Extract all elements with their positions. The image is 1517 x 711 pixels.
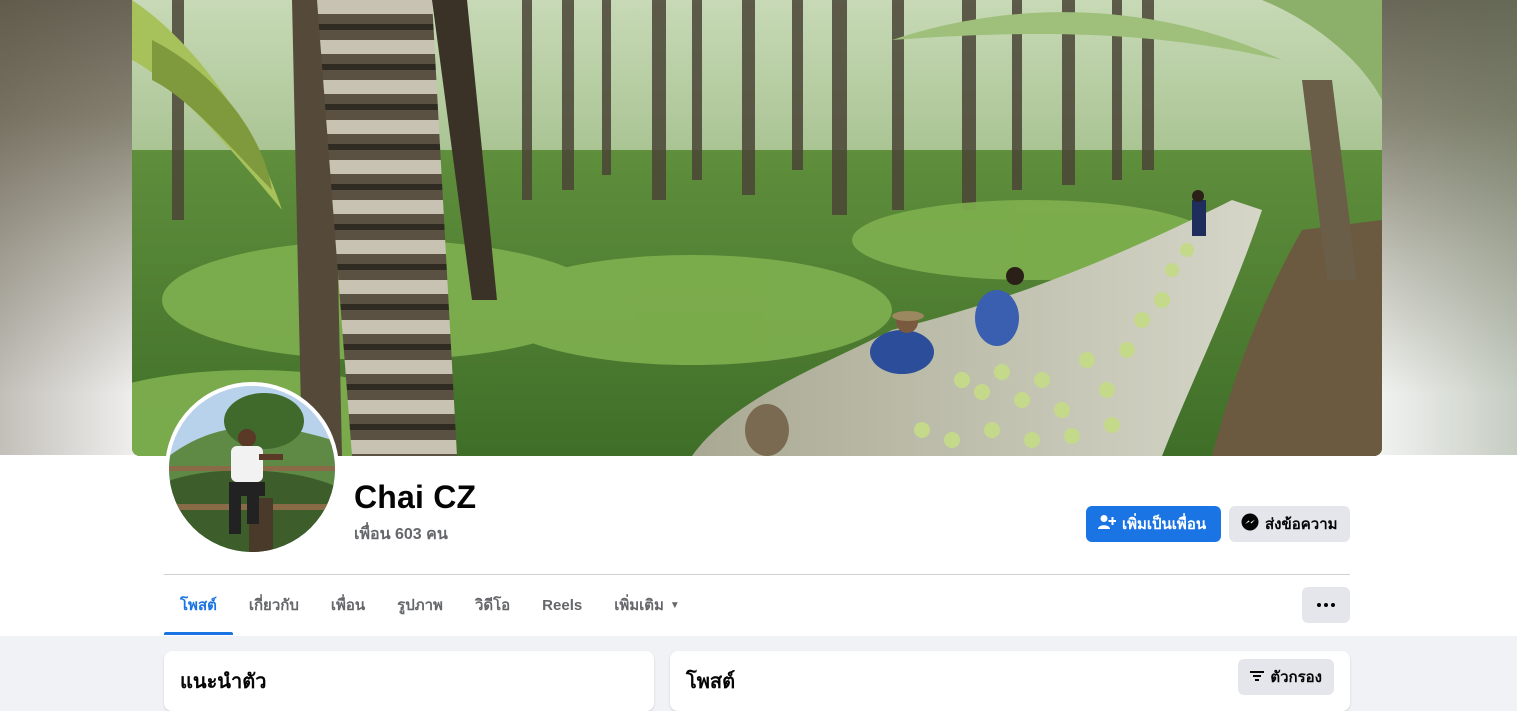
message-button[interactable]: ส่งข้อความ <box>1229 506 1350 542</box>
more-options-button[interactable] <box>1302 587 1350 623</box>
tab-more[interactable]: เพิ่มเติม ▼ <box>598 575 696 635</box>
tab-videos[interactable]: วิดีโอ <box>459 575 526 635</box>
filter-icon <box>1250 669 1265 686</box>
intro-card: แนะนำตัว <box>164 651 654 711</box>
add-friend-label: เพิ่มเป็นเพื่อน <box>1122 516 1207 533</box>
tab-posts[interactable]: โพสต์ <box>164 575 233 635</box>
more-dots-icon <box>1317 603 1321 607</box>
tab-about[interactable]: เกี่ยวกับ <box>233 575 315 635</box>
filter-label: ตัวกรอง <box>1270 669 1322 686</box>
posts-title: โพสต์ <box>686 671 736 693</box>
profile-tabs: โพสต์ เกี่ยวกับ เพื่อน รูปภาพ วิดีโอ Ree… <box>164 575 696 635</box>
tab-reels[interactable]: Reels <box>526 575 598 635</box>
intro-title: แนะนำตัว <box>180 671 267 693</box>
profile-name: Chai CZ <box>354 479 477 515</box>
posts-card: โพสต์ ตัวกรอง <box>670 651 1350 711</box>
caret-down-icon: ▼ <box>669 599 680 611</box>
add-friend-button[interactable]: เพิ่มเป็นเพื่อน <box>1086 506 1221 542</box>
messenger-icon <box>1241 513 1259 535</box>
message-label: ส่งข้อความ <box>1265 516 1338 533</box>
person-plus-icon <box>1098 514 1117 534</box>
cover-photo[interactable] <box>132 0 1382 456</box>
tab-photos[interactable]: รูปภาพ <box>381 575 459 635</box>
tab-friends[interactable]: เพื่อน <box>315 575 381 635</box>
friends-count[interactable]: เพื่อน 603 คน <box>354 522 448 547</box>
profile-avatar[interactable] <box>165 382 339 556</box>
filter-button[interactable]: ตัวกรอง <box>1238 659 1334 695</box>
